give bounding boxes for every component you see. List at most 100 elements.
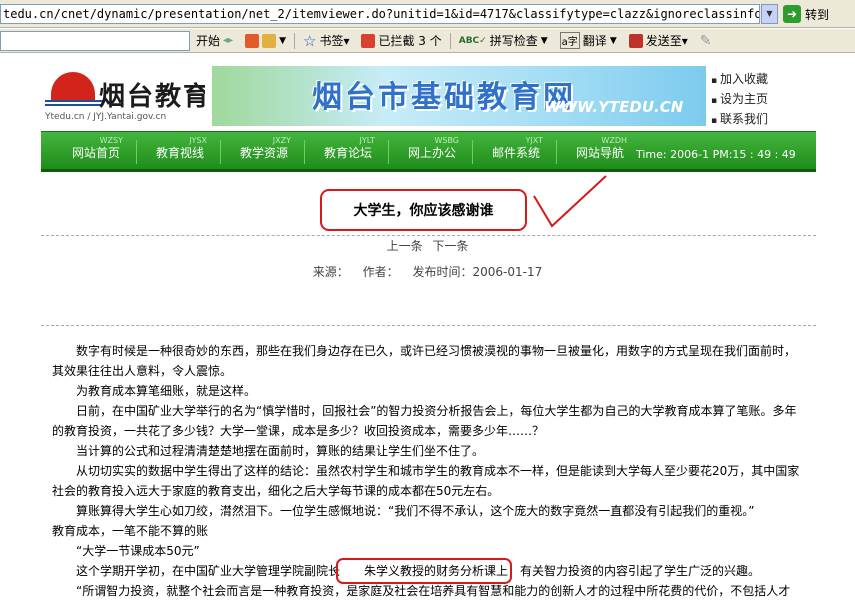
nav-code: JYSX xyxy=(189,136,207,145)
logo-sun-icon xyxy=(51,72,95,102)
options-dropdown-icon: ▼ xyxy=(279,35,286,46)
nav-code: YJXT xyxy=(525,136,543,145)
prev-next-nav: 上一条 下一条 xyxy=(0,237,855,254)
page-rank-icon xyxy=(245,33,260,48)
main-nav: WZSY 网站首页 JYSX 教育视线 JXZY 教学资源 JYLT 教育论坛 … xyxy=(41,131,816,172)
nav-label: 邮件系统 xyxy=(491,146,540,160)
nav-divider xyxy=(388,140,389,164)
address-input[interactable]: tedu.cn/cnet/dynamic/presentation/net_2/… xyxy=(0,4,760,24)
logo-wave-icon xyxy=(45,100,103,106)
section-heading: 教育成本，一笔不能不算的账 xyxy=(52,524,209,538)
nav-item-home[interactable]: WZSY 网站首页 xyxy=(65,132,127,170)
toolbar-icons[interactable]: ▼ xyxy=(239,33,292,48)
nav-label: 网站首页 xyxy=(71,146,120,160)
highlight-annotation: 朱学义教授的财务分析课上 xyxy=(336,558,513,584)
nav-divider xyxy=(220,140,221,164)
site-logo[interactable]: 烟台教育 Ytedu.cn / JYJ.Yantai.gov.cn xyxy=(41,66,205,126)
nav-label: 网站导航 xyxy=(575,146,624,160)
contact-link[interactable]: 联系我们 xyxy=(711,110,768,130)
go-button[interactable]: ➜ 转到 xyxy=(783,4,829,24)
bookmarks-button[interactable]: ☆ 书签▾ xyxy=(297,32,355,50)
spellcheck-label: 拼写检查 xyxy=(489,34,538,48)
address-bar: tedu.cn/cnet/dynamic/presentation/net_2/… xyxy=(0,0,855,28)
divider xyxy=(41,235,816,236)
toolbar-search-input[interactable] xyxy=(0,30,190,51)
nav-code: JXZY xyxy=(272,136,291,145)
google-toolbar: 开始 ◂▸ ▼ ☆ 书签▾ 已拦截 3 个 ABC✓ 拼写检查 ▼ a字 翻译 … xyxy=(0,29,855,53)
paragraph: 为教育成本算笔细账，就是这样。 xyxy=(76,384,257,398)
toolbar-separator xyxy=(293,32,295,49)
spellcheck-dropdown-icon: ▼ xyxy=(540,35,548,46)
add-favorite-link[interactable]: 加入收藏 xyxy=(711,70,768,90)
address-dropdown-icon[interactable]: ▼ xyxy=(761,4,778,24)
paragraph: 当计算的公式和过程清清楚楚地摆在面前时，算账的结果让学生们坐不住了。 xyxy=(76,444,485,458)
nav-divider xyxy=(136,140,137,164)
nav-label: 教育视线 xyxy=(155,146,204,160)
side-links: 加入收藏 设为主页 联系我们 xyxy=(711,70,768,130)
nav-item-sitemap[interactable]: WZDH 网站导航 xyxy=(569,132,631,170)
nav-item-mail[interactable]: YJXT 邮件系统 xyxy=(485,132,547,170)
translate-label: 翻译 xyxy=(582,34,607,48)
start-arrows-icon: ◂▸ xyxy=(223,35,234,46)
spellcheck-icon: ABC✓ xyxy=(458,35,487,46)
site-banner: 烟台市基础教育网 WWW.YTEDU.CN xyxy=(212,66,706,126)
nav-divider xyxy=(304,140,305,164)
highlight-box xyxy=(336,558,513,584)
article-body: 数字有时候是一种很奇妙的东西，那些在我们身边存在已久，或许已经习惯被漠视的事物一… xyxy=(52,341,807,601)
translate-icon: a字 xyxy=(559,32,580,49)
source-label: 来源： xyxy=(312,265,349,279)
wrench-icon: ✎ xyxy=(699,32,712,49)
nav-code: WZSY xyxy=(99,136,123,145)
star-icon: ☆ xyxy=(302,31,317,50)
paragraph: 这个学期开学初，在中国矿业大学管理学院副院长 朱学义教授的财务分析课上 ，有关智力投… xyxy=(52,558,807,584)
set-homepage-link[interactable]: 设为主页 xyxy=(711,90,768,110)
paragraph: 算账算得大学生心如刀绞，潸然泪下。一位学生感慨地说：“我们不得不承认，这个庞大的… xyxy=(76,504,755,518)
prev-link[interactable]: 上一条 xyxy=(387,239,423,253)
article-title: 大学生，你应该感谢谁 xyxy=(353,203,494,219)
toolbar-separator xyxy=(449,32,451,49)
nav-item-office[interactable]: WSBG 网上办公 xyxy=(401,132,463,170)
nav-item-resources[interactable]: JXZY 教学资源 xyxy=(233,132,295,170)
logo-subtitle: Ytedu.cn / JYJ.Yantai.gov.cn xyxy=(45,112,167,122)
author-label: 作者： xyxy=(362,265,399,279)
paragraph-text: ，有关智力投资的内容引起了学生广泛的兴趣。 xyxy=(508,564,761,578)
checkmark-annotation xyxy=(533,175,607,228)
title-annotation-box: 大学生，你应该感谢谁 xyxy=(320,189,527,231)
nav-clock: Time: 2006-1 PM:15 : 49 : 49 xyxy=(636,148,796,161)
site-header: 烟台教育 Ytedu.cn / JYJ.Yantai.gov.cn 烟台市基础教… xyxy=(41,66,816,126)
paragraph: 数字有时候是一种很奇妙的东西，那些在我们身边存在已久，或许已经习惯被漠视的事物一… xyxy=(52,344,797,378)
paragraph: “所谓智力投资，就整个社会而言是一种教育投资，是家庭及社会在培养具有智慧和能力的… xyxy=(76,584,791,598)
article-meta: 来源： 作者： 发布时间：2006-01-17 xyxy=(0,263,855,280)
start-button[interactable]: 开始 ◂▸ xyxy=(190,32,239,49)
go-arrow-icon: ➜ xyxy=(783,5,801,23)
nav-label: 教育论坛 xyxy=(323,146,372,160)
bookmarks-label: 书签▾ xyxy=(319,34,350,48)
nav-item-forum[interactable]: JYLT 教育论坛 xyxy=(317,132,379,170)
next-link[interactable]: 下一条 xyxy=(432,239,468,253)
nav-divider xyxy=(472,140,473,164)
nav-code: WZDH xyxy=(601,136,627,145)
banner-url: WWW.YTEDU.CN xyxy=(544,98,684,116)
nav-item-education-view[interactable]: JYSX 教育视线 xyxy=(149,132,211,170)
banner-title: 烟台市基础教育网 xyxy=(312,80,576,115)
paragraph: 日前，在中国矿业大学举行的名为“慎学惜时，回报社会”的智力投资分析报告会上，每位… xyxy=(52,404,797,438)
divider xyxy=(41,325,816,326)
spellcheck-button[interactable]: ABC✓ 拼写检查 ▼ xyxy=(453,32,554,49)
translate-button[interactable]: a字 翻译 ▼ xyxy=(554,32,623,49)
options-icon xyxy=(262,33,277,48)
sendto-label: 发送至▾ xyxy=(645,34,688,48)
nav-divider xyxy=(556,140,557,164)
popup-blocked-icon xyxy=(361,33,376,48)
paragraph: 从切切实实的数据中学生得出了这样的结论：虽然农村学生和城市学生的教育成本不一样，… xyxy=(52,464,800,498)
sendto-icon xyxy=(628,33,643,48)
publish-date: 发布时间：2006-01-17 xyxy=(412,265,543,279)
nav-code: JYLT xyxy=(359,136,376,145)
paragraph-text: 这个学期开学初，在中国矿业大学管理学院副院长 xyxy=(76,564,341,578)
logo-text: 烟台教育 xyxy=(99,82,205,112)
settings-button[interactable]: ✎ xyxy=(694,33,718,49)
go-label: 转到 xyxy=(805,7,830,22)
translate-dropdown-icon: ▼ xyxy=(609,35,617,46)
popup-blocker-button[interactable]: 已拦截 3 个 xyxy=(355,32,447,49)
blocked-label: 已拦截 3 个 xyxy=(378,34,442,48)
sendto-button[interactable]: 发送至▾ xyxy=(623,32,694,49)
